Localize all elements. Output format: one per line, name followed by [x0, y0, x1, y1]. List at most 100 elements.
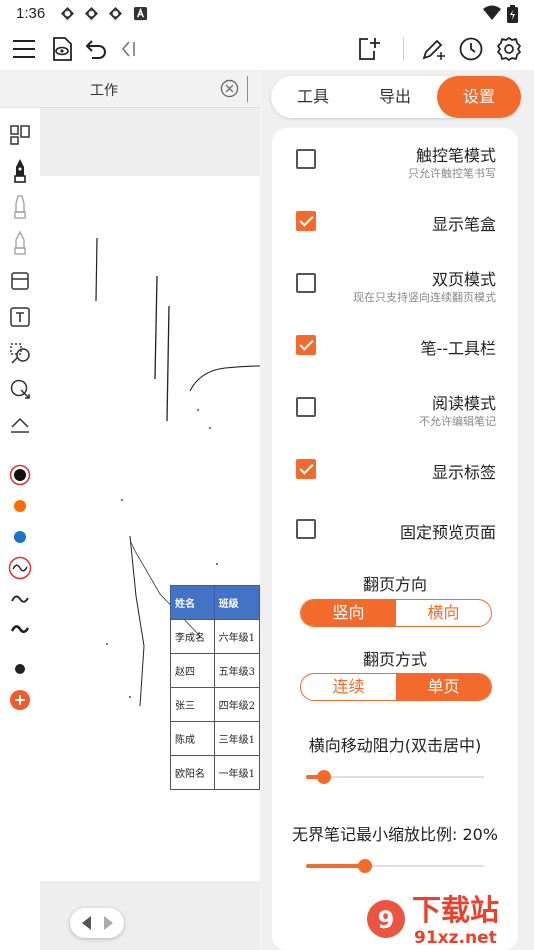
table-row: 欧阳名 一年级1 — [170, 755, 261, 790]
settings-panel: 工具 导出 设置 触控笔模式 只允许触控笔书写 显示笔盒 双页模式 现在只支持竖… — [261, 70, 534, 950]
status-bar: 1:36 — [0, 0, 534, 28]
checkbox[interactable] — [296, 211, 316, 231]
checkbox[interactable] — [296, 459, 316, 479]
status-time: 1:36 — [16, 5, 46, 22]
shape-icon[interactable] — [7, 376, 33, 402]
app-icon — [108, 6, 123, 21]
collapse-left-icon[interactable] — [113, 34, 143, 64]
tab-indicator — [247, 76, 248, 102]
battery-icon — [507, 5, 518, 23]
option-title: 双页模式 — [431, 270, 496, 289]
checkbox[interactable] — [296, 149, 316, 169]
page-mode-toggle: 连续 单页 — [300, 673, 492, 701]
option-subtitle: 不允许编辑笔记 — [419, 415, 496, 428]
table-cell: 赵四 — [170, 653, 215, 688]
panel-tab-bar: 工具 导出 设置 — [271, 76, 521, 118]
option-reading-mode[interactable]: 阅读模式 不允许编辑笔记 — [272, 376, 518, 438]
table-header-cell: 姓名 — [170, 585, 215, 620]
option-subtitle: 只允许触控笔书写 — [408, 167, 496, 180]
option-title: 笔--工具栏 — [420, 339, 496, 358]
previous-page-icon[interactable] — [80, 915, 94, 931]
table-cell: 三年级1 — [213, 721, 261, 756]
option-show-pen-box[interactable]: 显示笔盒 — [272, 190, 518, 252]
table-row: 张三 四年级2 — [170, 687, 261, 722]
table-cell: 张三 — [170, 687, 215, 722]
add-page-icon[interactable] — [354, 34, 384, 64]
option-subtitle: 现在只支持竖向连续翻页模式 — [353, 291, 496, 304]
table-row: 赵四 五年级3 — [170, 653, 261, 688]
lasso-icon[interactable] — [7, 340, 33, 366]
highlighter-icon[interactable] — [7, 230, 33, 256]
site-watermark: 9 下载站 91xz.net — [362, 886, 534, 950]
option-title: 触控笔模式 — [415, 146, 496, 165]
layout-icon[interactable] — [7, 122, 33, 148]
table-header-cell: 班级 — [213, 585, 261, 620]
pen-icon[interactable] — [7, 158, 33, 184]
eraser-icon[interactable] — [7, 268, 33, 294]
text-icon[interactable] — [7, 304, 33, 330]
clock-icon[interactable] — [456, 34, 486, 64]
watermark-logo: 9 下载站 91xz.net — [367, 893, 499, 948]
undo-icon[interactable] — [81, 34, 111, 64]
tab-tools[interactable]: 工具 — [279, 76, 347, 118]
menu-icon[interactable] — [9, 34, 39, 64]
app-icon — [84, 6, 99, 21]
next-page-icon[interactable] — [101, 915, 115, 931]
color-blue-swatch[interactable] — [7, 524, 33, 550]
stroke-size-dot[interactable] — [7, 656, 33, 682]
option-title: 显示笔盒 — [431, 215, 496, 234]
stroke-wave-selected-icon[interactable] — [7, 555, 33, 581]
checkbox[interactable] — [296, 273, 316, 293]
resistance-label: 横向移动阻力(双击居中) — [308, 736, 482, 755]
document-page[interactable]: 姓名 班级 李成名 六年级1 赵四 五年级3 张三 四年级2 陈成 三年级1 欧… — [40, 176, 261, 881]
pen-plus-icon[interactable] — [418, 34, 448, 64]
min-zoom-label: 无界笔记最小缩放比例: 20% — [291, 825, 499, 844]
close-tab-icon[interactable] — [220, 79, 239, 98]
option-double-page[interactable]: 双页模式 现在只支持竖向连续翻页模式 — [272, 252, 518, 314]
slider-track — [306, 776, 484, 778]
color-black-swatch[interactable] — [7, 462, 33, 488]
table-cell: 欧阳名 — [170, 755, 215, 790]
settings-card: 触控笔模式 只允许触控笔书写 显示笔盒 双页模式 现在只支持竖向连续翻页模式 笔… — [272, 128, 518, 950]
eye-doc-icon[interactable] — [47, 34, 77, 64]
wifi-icon — [483, 5, 501, 20]
table-cell: 四年级2 — [213, 687, 261, 722]
checkbox[interactable] — [296, 397, 316, 417]
option-show-tags[interactable]: 显示标签 — [272, 438, 518, 500]
option-title: 固定预览页面 — [399, 523, 496, 542]
ruler-icon[interactable] — [7, 412, 33, 438]
slider-thumb[interactable] — [316, 770, 331, 784]
top-toolbar — [0, 28, 534, 70]
resistance-slider[interactable] — [306, 770, 484, 784]
slider-fill — [306, 864, 365, 868]
table-cell: 陈成 — [170, 721, 215, 756]
color-orange-swatch[interactable] — [7, 493, 33, 519]
marker-icon[interactable] — [7, 194, 33, 220]
tab-settings[interactable]: 设置 — [437, 76, 521, 118]
option-pen-toolbar[interactable]: 笔--工具栏 — [272, 314, 518, 376]
direction-horizontal-option[interactable]: 横向 — [396, 600, 491, 626]
option-stylus-mode[interactable]: 触控笔模式 只允许触控笔书写 — [272, 128, 518, 190]
min-zoom-slider[interactable] — [306, 859, 484, 873]
checkbox[interactable] — [296, 335, 316, 355]
document-tab-bar: 工作 — [0, 70, 260, 108]
page-mode-label: 翻页方式 — [362, 650, 427, 669]
pen-toolbox — [0, 108, 40, 950]
checkbox[interactable] — [296, 519, 316, 539]
document-table: 姓名 班级 李成名 六年级1 赵四 五年级3 张三 四年级2 陈成 三年级1 欧… — [170, 585, 261, 790]
canvas-area[interactable]: 姓名 班级 李成名 六年级1 赵四 五年级3 张三 四年级2 陈成 三年级1 欧… — [40, 108, 261, 950]
stroke-wave-icon[interactable] — [7, 586, 33, 612]
mode-single-option[interactable]: 单页 — [396, 674, 491, 700]
stroke-wave-bold-icon[interactable] — [7, 616, 33, 642]
tab-export[interactable]: 导出 — [361, 76, 429, 118]
add-icon[interactable] — [7, 687, 33, 713]
slider-thumb[interactable] — [357, 859, 372, 873]
settings-icon[interactable] — [494, 34, 524, 64]
mode-continuous-option[interactable]: 连续 — [301, 674, 396, 700]
direction-vertical-option[interactable]: 竖向 — [301, 600, 396, 626]
watermark-brand: 下载站 — [412, 893, 499, 927]
option-title: 阅读模式 — [431, 394, 496, 413]
document-tab-label[interactable]: 工作 — [90, 80, 118, 100]
a-icon — [133, 6, 148, 21]
option-pin-preview[interactable]: 固定预览页面 — [272, 498, 518, 560]
